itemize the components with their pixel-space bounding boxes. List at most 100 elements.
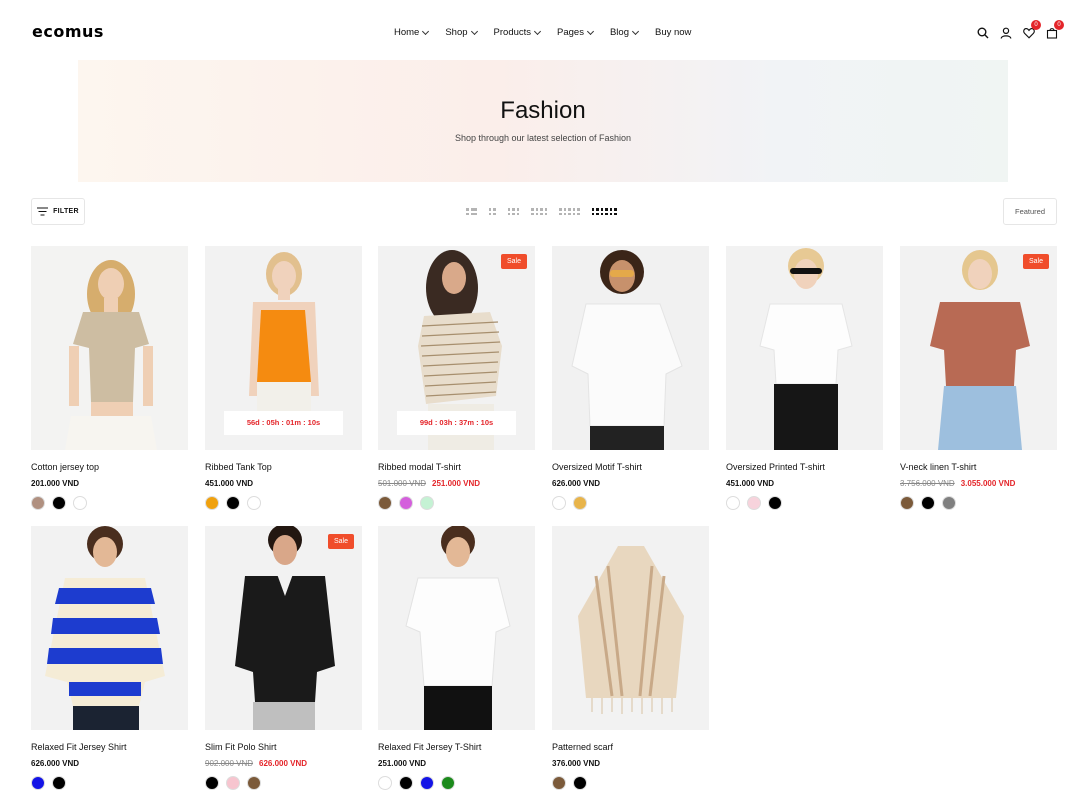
chevron-down-icon — [631, 27, 640, 35]
color-swatch[interactable] — [900, 496, 914, 510]
color-swatch[interactable] — [226, 496, 240, 510]
color-swatch[interactable] — [921, 496, 935, 510]
color-swatch[interactable] — [399, 776, 413, 790]
layout-2-columns-button[interactable] — [488, 208, 496, 215]
search-icon[interactable] — [977, 26, 989, 39]
wishlist-count-badge: 0 — [1031, 20, 1041, 30]
color-swatch[interactable] — [31, 776, 45, 790]
color-swatches — [31, 776, 188, 790]
nav-item-pages[interactable]: Pages — [557, 27, 595, 38]
product-image[interactable]: Sale 99d : 03h : 37m : 10s — [378, 246, 535, 450]
nav-item-products[interactable]: Products — [494, 27, 542, 38]
nav-item-buy-now[interactable]: Buy now — [655, 27, 691, 38]
product-name[interactable]: Slim Fit Polo Shirt — [205, 742, 362, 752]
color-swatch[interactable] — [52, 496, 66, 510]
wishlist-icon[interactable]: 0 — [1023, 20, 1041, 39]
product-card[interactable]: Patterned scarf 376.000 VND — [552, 526, 709, 790]
color-swatch[interactable] — [226, 776, 240, 790]
product-image[interactable] — [378, 526, 535, 730]
brand-logo[interactable]: ecomus — [32, 22, 104, 41]
sale-price: 251.000 VND — [432, 479, 481, 488]
color-swatches — [205, 496, 362, 510]
layout-list-button[interactable] — [466, 208, 477, 215]
product-name[interactable]: Patterned scarf — [552, 742, 709, 752]
product-card[interactable]: Oversized Printed T-shirt 451.000 VND — [726, 246, 883, 510]
product-price: 501.000 VND 251.000 VND — [378, 479, 535, 488]
color-swatch[interactable] — [31, 496, 45, 510]
color-swatch[interactable] — [420, 776, 434, 790]
product-card[interactable]: Cotton jersey top 201.000 VND — [31, 246, 188, 510]
color-swatch[interactable] — [942, 496, 956, 510]
color-swatch[interactable] — [205, 776, 219, 790]
product-card[interactable]: Relaxed Fit Jersey T-Shirt 251.000 VND — [378, 526, 535, 790]
product-card[interactable]: Oversized Motif T-shirt 626.000 VND — [552, 246, 709, 510]
product-name[interactable]: Ribbed Tank Top — [205, 462, 362, 472]
color-swatch[interactable] — [573, 776, 587, 790]
product-image[interactable] — [552, 246, 709, 450]
sort-dropdown[interactable]: Featured — [1003, 198, 1057, 225]
layout-6-columns-button[interactable] — [591, 208, 617, 215]
product-card[interactable]: Sale 99d : 03h : 37m : 10s Ribbed modal … — [378, 246, 535, 510]
color-swatch[interactable] — [747, 496, 761, 510]
color-swatch[interactable] — [378, 496, 392, 510]
color-swatch[interactable] — [73, 496, 87, 510]
color-swatch[interactable] — [378, 776, 392, 790]
filter-label: FILTER — [53, 208, 79, 215]
price: 201.000 VND — [31, 479, 80, 488]
price: 451.000 VND — [726, 479, 775, 488]
product-image[interactable]: 56d : 05h : 01m : 10s — [205, 246, 362, 450]
product-image[interactable] — [31, 526, 188, 730]
filter-button[interactable]: FILTER — [31, 198, 85, 225]
color-swatch[interactable] — [768, 496, 782, 510]
product-image[interactable]: Sale — [900, 246, 1057, 450]
chevron-down-icon — [586, 27, 595, 35]
product-card[interactable]: 56d : 05h : 01m : 10s Ribbed Tank Top 45… — [205, 246, 362, 510]
product-card[interactable]: Relaxed Fit Jersey Shirt 626.000 VND — [31, 526, 188, 790]
color-swatch[interactable] — [399, 496, 413, 510]
nav-item-home[interactable]: Home — [394, 27, 430, 38]
product-card[interactable]: Sale V-neck linen T-shirt 3.756.000 VND … — [900, 246, 1057, 510]
product-card[interactable]: Sale Slim Fit Polo Shirt 902.000 VND 626… — [205, 526, 362, 790]
product-image[interactable]: Sale — [205, 526, 362, 730]
product-image[interactable] — [726, 246, 883, 450]
color-swatches — [31, 496, 188, 510]
page-subtitle: Shop through our latest selection of Fas… — [454, 133, 632, 143]
product-name[interactable]: Relaxed Fit Jersey T-Shirt — [378, 742, 535, 752]
layout-5-columns-button[interactable] — [559, 208, 580, 215]
color-swatch[interactable] — [247, 496, 261, 510]
countdown-timer: 56d : 05h : 01m : 10s — [224, 411, 343, 435]
old-price: 902.000 VND — [205, 759, 254, 768]
color-swatch[interactable] — [420, 496, 434, 510]
color-swatch[interactable] — [247, 776, 261, 790]
old-price: 501.000 VND — [378, 479, 427, 488]
product-image[interactable] — [552, 526, 709, 730]
color-swatch[interactable] — [205, 496, 219, 510]
nav-item-shop[interactable]: Shop — [445, 27, 478, 38]
color-swatch[interactable] — [52, 776, 66, 790]
color-swatch[interactable] — [552, 776, 566, 790]
sale-price: 3.055.000 VND — [960, 479, 1016, 488]
product-name[interactable]: Oversized Printed T-shirt — [726, 462, 883, 472]
header-icons: 0 0 — [977, 20, 1064, 39]
product-name[interactable]: Relaxed Fit Jersey Shirt — [31, 742, 188, 752]
color-swatch[interactable] — [726, 496, 740, 510]
cart-icon[interactable]: 0 — [1046, 20, 1064, 39]
layout-4-columns-button[interactable] — [531, 208, 547, 215]
product-price: 3.756.000 VND 3.055.000 VND — [900, 479, 1057, 488]
account-icon[interactable] — [1000, 26, 1012, 39]
color-swatch[interactable] — [552, 496, 566, 510]
price: 626.000 VND — [31, 759, 80, 768]
product-name[interactable]: Oversized Motif T-shirt — [552, 462, 709, 472]
product-price: 626.000 VND — [552, 479, 709, 488]
color-swatch[interactable] — [573, 496, 587, 510]
product-price: 451.000 VND — [205, 479, 362, 488]
sort-label: Featured — [1014, 207, 1046, 216]
product-name[interactable]: Ribbed modal T-shirt — [378, 462, 535, 472]
grid-layout-switcher — [466, 208, 617, 215]
nav-item-blog[interactable]: Blog — [610, 27, 640, 38]
layout-3-columns-button[interactable] — [507, 208, 519, 215]
product-image[interactable] — [31, 246, 188, 450]
product-name[interactable]: V-neck linen T-shirt — [900, 462, 1057, 472]
color-swatch[interactable] — [441, 776, 455, 790]
product-name[interactable]: Cotton jersey top — [31, 462, 188, 472]
